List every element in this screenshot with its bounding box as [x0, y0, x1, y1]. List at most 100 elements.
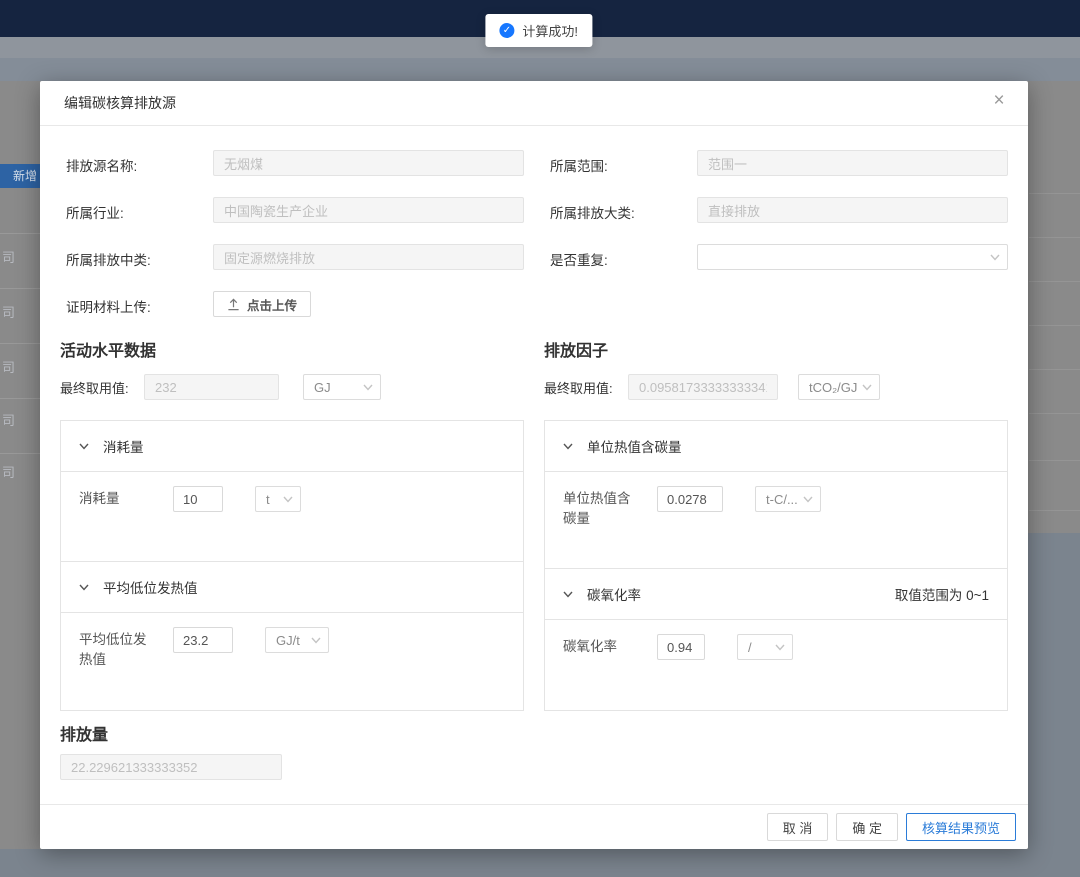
- table-row-divider: [1029, 193, 1080, 194]
- middle-category-input[interactable]: [213, 244, 524, 270]
- field-label: 所属范围:: [544, 150, 697, 176]
- consumption-unit-select[interactable]: t: [255, 486, 301, 512]
- oxidation-rate-panel-header[interactable]: 碳氧化率 取值范围为 0~1: [545, 569, 1007, 620]
- is-duplicate-select[interactable]: [697, 244, 1008, 270]
- activity-section: 活动水平数据 最终取用值: GJ 消耗量: [60, 337, 524, 711]
- chevron-down-icon: [563, 443, 573, 450]
- chevron-down-icon: [79, 584, 89, 591]
- panel-body: 平均低位发热值 GJ/t: [61, 613, 523, 710]
- scope-input[interactable]: [697, 150, 1008, 176]
- final-value-label: 最终取用值:: [60, 378, 144, 397]
- oxidation-rate-unit-select[interactable]: /: [737, 634, 793, 660]
- select-value: GJ/t: [276, 633, 300, 648]
- heating-value-unit-select[interactable]: GJ/t: [265, 627, 329, 653]
- consumption-panel-header[interactable]: 消耗量: [61, 421, 523, 472]
- panel-title: 单位热值含碳量: [587, 436, 682, 456]
- cancel-button[interactable]: 取 消: [767, 813, 829, 841]
- panel-title: 平均低位发热值: [103, 577, 198, 597]
- oxidation-rate-panel: 碳氧化率 取值范围为 0~1 碳氧化率 /: [545, 568, 1007, 710]
- factor-final-input[interactable]: [628, 374, 778, 400]
- field-label: 所属排放大类:: [544, 197, 697, 223]
- edit-emission-source-modal: 编辑碳核算排放源 × 排放源名称: 所属范围: 所属行业: 所属排放大类: 所: [40, 81, 1028, 849]
- panel-body: 单位热值含碳量 t-C/...: [545, 472, 1007, 568]
- table-row-text-fragment: 司: [2, 302, 22, 321]
- panel-title: 碳氧化率: [587, 584, 641, 604]
- panel-body: 碳氧化率 /: [545, 620, 1007, 710]
- chevron-down-icon: [563, 591, 573, 598]
- panel-body: 消耗量 t: [61, 472, 523, 561]
- field-label: 所属行业:: [60, 197, 213, 223]
- upload-icon: [227, 298, 240, 311]
- consumption-input[interactable]: [173, 486, 223, 512]
- carbon-content-unit-select[interactable]: t-C/...: [755, 486, 821, 512]
- chevron-down-icon: [775, 644, 785, 651]
- activity-final-row: 最终取用值: GJ: [60, 374, 524, 400]
- heating-value-panel-header[interactable]: 平均低位发热值: [61, 562, 523, 613]
- activity-collapse: 消耗量 消耗量 t: [60, 420, 524, 711]
- field-label: 所属排放中类:: [60, 244, 213, 270]
- chevron-down-icon: [803, 496, 813, 503]
- table-row-divider: [0, 343, 41, 344]
- field-middle-category: 所属排放中类:: [60, 244, 524, 270]
- table-row-text-fragment: 司: [2, 357, 22, 376]
- toast-success: ✓ 计算成功!: [485, 14, 592, 47]
- activity-final-unit-select[interactable]: GJ: [303, 374, 381, 400]
- heating-value-input[interactable]: [173, 627, 233, 653]
- form-grid: 排放源名称: 所属范围: 所属行业: 所属排放大类: 所属排放中类: 是否重复:: [60, 150, 1008, 317]
- field-industry: 所属行业:: [60, 197, 524, 223]
- table-row-text-fragment: 司: [2, 247, 22, 266]
- panel-title: 消耗量: [103, 436, 144, 456]
- upload-button[interactable]: 点击上传: [213, 291, 311, 317]
- emission-result-input[interactable]: [60, 754, 282, 780]
- table-row-divider: [0, 233, 41, 234]
- check-circle-icon: ✓: [499, 23, 514, 38]
- source-name-input[interactable]: [213, 150, 524, 176]
- add-button-fragment[interactable]: 新增: [0, 164, 41, 188]
- chevron-down-icon: [990, 254, 1000, 261]
- chevron-down-icon: [79, 443, 89, 450]
- section-grid: 活动水平数据 最终取用值: GJ 消耗量: [60, 337, 1008, 711]
- table-row-divider: [1029, 281, 1080, 282]
- background-empty-area: [1028, 533, 1080, 849]
- ok-button[interactable]: 确 定: [836, 813, 898, 841]
- modal-title: 编辑碳核算排放源: [64, 95, 176, 111]
- close-icon[interactable]: ×: [986, 88, 1012, 114]
- major-category-input[interactable]: [697, 197, 1008, 223]
- table-row-divider: [0, 288, 41, 289]
- field-label: 排放源名称:: [60, 150, 213, 176]
- factor-final-unit-select[interactable]: tCO₂/GJ: [798, 374, 880, 400]
- field-label: 证明材料上传:: [60, 291, 213, 317]
- field-scope: 所属范围:: [544, 150, 1008, 176]
- table-row-divider: [1029, 413, 1080, 414]
- background-footer-area: [0, 849, 1080, 877]
- row-label: 消耗量: [79, 486, 155, 509]
- activity-final-input[interactable]: [144, 374, 279, 400]
- factor-title: 排放因子: [544, 337, 1008, 361]
- chevron-down-icon: [283, 496, 293, 503]
- select-value: t: [266, 492, 270, 507]
- row-label: 平均低位发热值: [79, 627, 155, 670]
- form-grid-spacer: [544, 291, 1008, 317]
- select-value: t-C/...: [766, 492, 798, 507]
- heating-value-panel: 平均低位发热值 平均低位发热值 GJ/t: [61, 561, 523, 710]
- factor-collapse: 单位热值含碳量 单位热值含碳量 t-C/...: [544, 420, 1008, 711]
- table-row-divider: [1029, 237, 1080, 238]
- oxidation-rate-input[interactable]: [657, 634, 705, 660]
- carbon-content-panel: 单位热值含碳量 单位热值含碳量 t-C/...: [545, 421, 1007, 568]
- carbon-content-input[interactable]: [657, 486, 723, 512]
- select-value: /: [748, 640, 752, 655]
- field-label: 是否重复:: [544, 244, 697, 270]
- industry-input[interactable]: [213, 197, 524, 223]
- table-row-divider: [1029, 460, 1080, 461]
- modal-header: 编辑碳核算排放源 ×: [40, 81, 1028, 126]
- value-range-note: 取值范围为 0~1: [895, 584, 989, 604]
- table-row-divider: [1029, 325, 1080, 326]
- upload-button-label: 点击上传: [247, 295, 297, 314]
- table-row-divider: [1029, 369, 1080, 370]
- select-value: tCO₂/GJ: [809, 380, 857, 395]
- toast-message: 计算成功!: [522, 21, 578, 40]
- field-major-category: 所属排放大类:: [544, 197, 1008, 223]
- preview-results-button[interactable]: 核算结果预览: [906, 813, 1016, 841]
- carbon-content-panel-header[interactable]: 单位热值含碳量: [545, 421, 1007, 472]
- modal-body: 排放源名称: 所属范围: 所属行业: 所属排放大类: 所属排放中类: 是否重复:: [40, 126, 1028, 804]
